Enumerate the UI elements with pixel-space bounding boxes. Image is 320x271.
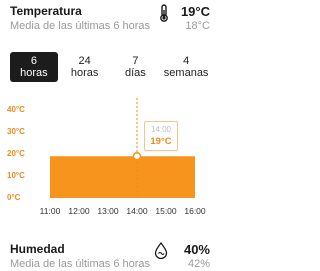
temperature-chart[interactable]: 40°C 30°C 20°C 10°C 0°C 11:00 12:00 13:00 14:00… xyxy=(0,96,220,221)
tab-unit: horas xyxy=(20,67,48,79)
sensor-history-screen: Temperatura Media de las últimas 6 horas… xyxy=(0,0,220,271)
temperature-subtitle: Media de las últimas 6 horas xyxy=(10,20,151,32)
y-tick-label: 10°C xyxy=(7,171,25,180)
tab-number: 4 xyxy=(183,55,190,67)
tab-number: 6 xyxy=(30,55,37,67)
tab-number: 24 xyxy=(78,55,91,67)
humidity-header[interactable]: Humedad Media de las últimas 6 horas 40%… xyxy=(10,240,210,270)
tab-6-horas[interactable]: 6 horas xyxy=(10,52,58,82)
x-tick-label: 16:00 xyxy=(184,206,206,216)
y-tick-label: 30°C xyxy=(7,127,25,136)
tab-24-horas[interactable]: 24 horas xyxy=(60,52,109,82)
x-tick-label: 14:00 xyxy=(126,206,148,216)
tab-unit: semanas xyxy=(163,67,209,79)
humidity-value: 40% xyxy=(183,242,210,257)
temperature-area xyxy=(50,156,195,198)
water-drop-icon xyxy=(154,242,168,259)
x-tick-label: 11:00 xyxy=(39,206,61,216)
temperature-average: 18°C xyxy=(185,20,210,32)
temperature-title: Temperatura xyxy=(10,4,82,18)
temperature-header[interactable]: Temperatura Media de las últimas 6 horas… xyxy=(10,2,210,36)
tab-unit: días xyxy=(124,67,146,79)
thermometer-icon xyxy=(160,4,168,22)
temperature-chart-plot xyxy=(50,98,195,198)
time-range-tabs: 6 horas 24 horas 7 días 4 semanas xyxy=(10,52,210,82)
tab-unit: horas xyxy=(70,67,99,79)
tab-number: 7 xyxy=(132,55,139,67)
x-tick-label: 13:00 xyxy=(97,206,119,216)
temperature-value: 19°C xyxy=(180,4,210,19)
tab-7-dias[interactable]: 7 días xyxy=(111,52,160,82)
highlight-point xyxy=(132,151,142,161)
humidity-title: Humedad xyxy=(10,242,65,256)
y-tick-label: 0°C xyxy=(7,193,21,202)
humidity-subtitle: Media de las últimas 6 horas xyxy=(10,258,151,270)
x-tick-label: 12:00 xyxy=(68,206,90,216)
tooltip-time: 14:00 xyxy=(150,125,172,134)
tooltip-value: 19°C xyxy=(150,136,172,147)
chart-tooltip: 14:00 19°C xyxy=(144,121,178,151)
x-tick-label: 15:00 xyxy=(155,206,177,216)
tab-4-semanas[interactable]: 4 semanas xyxy=(162,52,210,82)
y-tick-label: 40°C xyxy=(7,105,25,114)
y-tick-label: 20°C xyxy=(7,149,25,158)
humidity-average: 42% xyxy=(187,258,210,270)
